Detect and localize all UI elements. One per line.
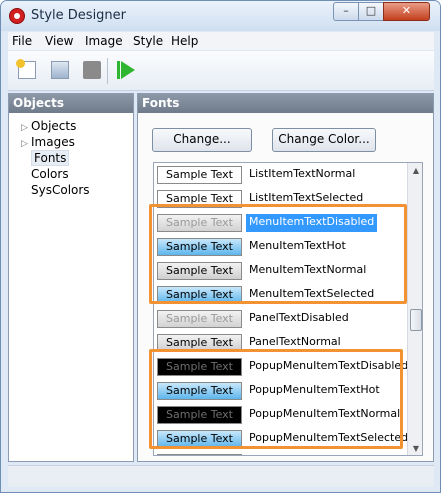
objects-header: Objects [9,94,133,113]
maximize-button[interactable]: □ [358,2,384,21]
font-sample-preview: Sample Text [157,166,242,184]
font-sample-preview: Sample Text [157,310,242,328]
tree-item-images[interactable]: ▷ Images [21,135,75,150]
font-name-label: ListItemTextNormal [249,167,356,180]
font-list-row[interactable]: Sample Text ListItemTextNormal [154,163,406,187]
style-designer-window: Style Designer – □ ✕ File View Image Sty… [0,0,441,493]
scroll-thumb[interactable] [410,309,422,331]
title-bar[interactable]: Style Designer – □ ✕ [1,1,440,31]
vertical-scrollbar[interactable]: ▲ ▼ [407,163,422,455]
tree-item-colors[interactable]: Colors [21,167,69,182]
menu-help[interactable]: Help [171,34,198,48]
minimize-button[interactable]: – [333,2,359,21]
change-color-button[interactable]: Change Color... [272,128,376,152]
close-button[interactable]: ✕ [383,2,430,21]
menu-file[interactable]: File [12,34,32,48]
run-icon[interactable] [117,61,135,79]
expand-arrow-icon[interactable]: ▷ [21,123,31,133]
save-icon[interactable] [83,61,101,79]
menu-image[interactable]: Image [85,34,123,48]
font-list-row[interactable]: Sample Text PanelTextDisabled [154,307,406,331]
toolbar [8,51,434,91]
menu-bar: File View Image Style Help [8,32,434,50]
window-title: Style Designer [31,8,127,23]
fonts-header: Fonts [138,94,433,113]
open-icon[interactable] [51,61,69,79]
objects-panel: Objects ▷ Objects ▷ Images Fonts Colors Sy… [8,93,134,462]
menu-style[interactable]: Style [133,34,163,48]
toolbar-separator [107,58,108,84]
status-bar [8,465,434,487]
new-icon[interactable] [16,59,36,79]
font-name-label: PushButtonTextDisabled [246,454,385,455]
app-icon [9,8,25,24]
highlight-box-menu [149,204,407,304]
expand-arrow-icon[interactable]: ▷ [21,139,31,149]
tree-item-syscolors[interactable]: SysColors [21,183,90,198]
tree-item-fonts[interactable]: Fonts [21,150,70,166]
tree-item-objects[interactable]: ▷ Objects [21,119,76,134]
font-name-label: PanelTextDisabled [249,311,349,324]
scroll-up-icon[interactable]: ▲ [408,163,422,179]
scroll-down-icon[interactable]: ▼ [408,441,422,455]
font-sample-preview: Sample Text [157,454,242,455]
change-button[interactable]: Change... [152,128,252,152]
highlight-box-popup [149,349,403,449]
menu-view[interactable]: View [45,34,73,48]
font-list-row[interactable]: Sample Text PushButtonTextDisabled [154,451,406,455]
